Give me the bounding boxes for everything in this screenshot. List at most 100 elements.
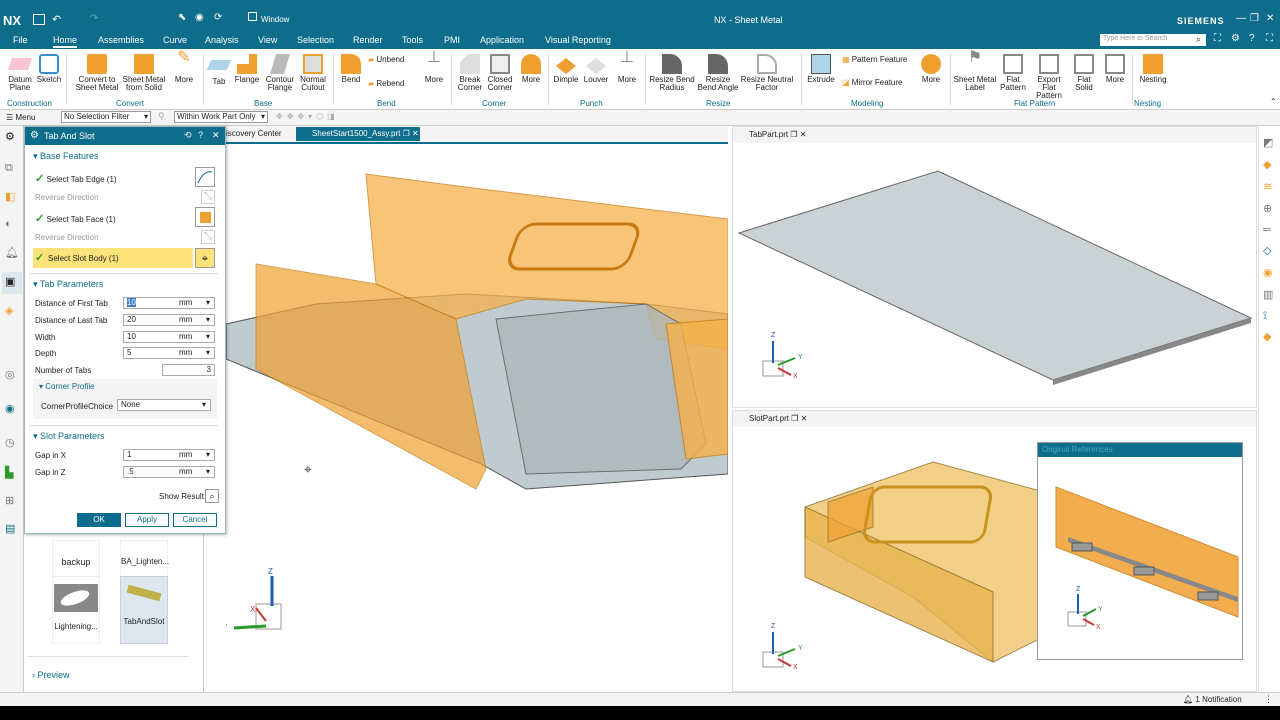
fullscreen-icon[interactable]: ⛶ [1214, 33, 1221, 44]
group-construction[interactable]: Construction [7, 99, 52, 108]
layer-icon[interactable]: ▥ [1263, 288, 1273, 301]
restore-icon[interactable]: ❐ [1250, 13, 1259, 24]
constraint-navigator-icon[interactable]: ◐ [5, 218, 12, 230]
flange-button[interactable]: Flange [233, 54, 261, 84]
resize-bend-radius-button[interactable]: Resize Bend Radius [648, 54, 696, 92]
slot-parameters-section[interactable]: ▾ Slot Parameters [33, 431, 105, 442]
extrude-button[interactable]: Extrude [805, 54, 837, 84]
status-toggle-icon[interactable]: ⋮ [1264, 694, 1273, 705]
last-tab-input[interactable]: 20 mm ▾ [123, 314, 215, 326]
undo-icon[interactable]: ↶ [52, 13, 61, 26]
pattern-feature-button[interactable]: ▦ Pattern Feature [842, 55, 907, 64]
convert-to-sheet-metal-button[interactable]: Convert to Sheet Metal [74, 54, 120, 92]
menu-visual-reporting[interactable]: Visual Reporting [545, 35, 611, 45]
menu-analysis[interactable]: Analysis [205, 35, 239, 45]
hamburger-menu-button[interactable]: ☰ Menu [6, 113, 35, 122]
library-item-selected[interactable]: TabAndSlot [120, 576, 168, 644]
tabpart-viewport[interactable]: TabPart.prt ❐ ✕ Z Y X [732, 126, 1257, 408]
search-icon[interactable]: ⌕ [1196, 34, 1201, 45]
chart-icon[interactable]: ▙ [5, 466, 13, 479]
unbend-button[interactable]: ▰ Unbend [368, 55, 404, 64]
corner-profile-choice-dropdown[interactable]: None ▾ [117, 399, 211, 411]
group-punch[interactable]: Punch [580, 99, 603, 108]
sheet-metal-from-solid-button[interactable]: Sheet Metal from Solid [121, 54, 167, 92]
menu-application[interactable]: Application [480, 35, 524, 45]
group-nesting[interactable]: Nesting [1134, 99, 1161, 108]
menu-pmi[interactable]: PMI [444, 35, 460, 45]
curve-select-icon[interactable] [195, 167, 215, 187]
tab-parameters-section[interactable]: ▾ Tab Parameters [33, 279, 103, 290]
sketch-button[interactable]: Sketch [36, 54, 62, 84]
select-slot-body-row[interactable]: ✓ Select Slot Body (1) [33, 248, 193, 268]
face-select-icon[interactable] [195, 207, 215, 227]
minimize-icon[interactable]: — [1236, 13, 1246, 24]
magnifier-icon[interactable]: ⌕ [205, 489, 219, 503]
selection-filter-dropdown[interactable]: No Selection Filter ▾ [61, 111, 151, 123]
web-browser-icon[interactable]: ◎ [5, 368, 15, 381]
menu-selection[interactable]: Selection [297, 35, 334, 45]
ribbon-collapse-icon[interactable]: ⌃ [1270, 97, 1277, 106]
base-features-section[interactable]: ▾ Base Features [33, 151, 99, 162]
notification-button[interactable]: 🔔︎ 1 Notification [1183, 695, 1242, 704]
more-convert-button[interactable]: ✎ More [170, 50, 198, 84]
view-orient-icon[interactable]: ◇ [1263, 244, 1271, 257]
tab-slotpart[interactable]: SlotPart.prt ❐ ✕ [737, 412, 827, 426]
more-corner-button[interactable]: More [517, 54, 545, 84]
group-flat-pattern[interactable]: Flat Pattern [1014, 99, 1055, 108]
redo-icon[interactable]: ↷ [90, 13, 98, 24]
filter-icon[interactable]: ⚲ [158, 111, 165, 122]
system-scenes-icon[interactable]: ▤ [5, 522, 15, 535]
gear-icon[interactable]: ⚙ [1231, 33, 1240, 44]
preview-section[interactable]: › Preview [32, 670, 70, 680]
library-item[interactable]: Lightening... [52, 576, 100, 644]
reuse-library-icon[interactable]: ▣ [2, 272, 22, 294]
more-flat-pattern-button[interactable]: More [1101, 54, 1129, 84]
help-icon[interactable]: ? [1249, 33, 1255, 44]
ribbon-toggle-icon[interactable]: ⛶ [1266, 33, 1273, 44]
search-input[interactable]: Type Here to Search [1100, 34, 1206, 46]
shaded-icon[interactable]: ◆ [1263, 158, 1271, 171]
flat-pattern-button[interactable]: Flat Pattern [997, 54, 1029, 92]
close-icon[interactable]: ✕ [212, 130, 220, 141]
louver-button[interactable]: Louver [581, 54, 611, 84]
show-hide-icon[interactable]: ≋ [1263, 180, 1272, 193]
save-icon[interactable] [33, 14, 45, 25]
globe-icon[interactable]: ◉ [5, 402, 15, 415]
reverse-direction-icon[interactable]: ⤡ [201, 190, 215, 204]
corner-profile-section[interactable]: ▾ Corner Profile [39, 382, 95, 391]
reverse-direction-icon[interactable]: ⤡ [201, 230, 215, 244]
contour-flange-button[interactable]: Contour Flange [263, 54, 297, 92]
main-viewport[interactable]: iscovery Center SheetStart1500_Assy.prt … [226, 126, 728, 692]
dimple-button[interactable]: Dimple [552, 54, 580, 84]
menu-render[interactable]: Render [353, 35, 383, 45]
number-of-tabs-input[interactable]: 3 [162, 364, 215, 376]
normal-cutout-button[interactable]: Normal Cutout [298, 54, 328, 92]
body-select-icon[interactable]: ⌖ [195, 248, 215, 268]
close-icon[interactable]: ✕ [1266, 13, 1274, 24]
break-corner-button[interactable]: Break Corner [455, 54, 485, 92]
more-modeling-button[interactable]: More [917, 54, 945, 84]
window-menu[interactable]: Window [261, 15, 289, 24]
hd3d-icon[interactable]: ◈ [5, 304, 13, 317]
flat-solid-button[interactable]: Flat Solid [1069, 54, 1099, 92]
snap-toolbar-icons[interactable]: ✥✥✥▾⬡◨ [276, 112, 339, 121]
datum-plane-button[interactable]: Datum Plane [4, 54, 36, 92]
export-flat-pattern-button[interactable]: Export Flat Pattern [1030, 54, 1068, 100]
measure-icon[interactable]: ⟟ [1263, 310, 1267, 323]
clip-icon[interactable]: ⊕ [1263, 202, 1272, 215]
menu-curve[interactable]: Curve [163, 35, 187, 45]
apply-button[interactable]: Apply [125, 513, 169, 527]
tab-tabpart[interactable]: TabPart.prt ❐ ✕ [737, 128, 827, 142]
first-tab-input[interactable]: 10 mm ▾ [123, 297, 215, 309]
group-resize[interactable]: Resize [706, 99, 730, 108]
menu-home[interactable]: Home [53, 35, 78, 48]
group-base[interactable]: Base [254, 99, 272, 108]
nesting-button[interactable]: Nesting [1136, 54, 1170, 84]
group-bend[interactable]: Bend [377, 99, 396, 108]
section-icon[interactable]: ═ [1263, 224, 1271, 236]
closed-corner-button[interactable]: Closed Corner [485, 54, 515, 92]
original-references-window[interactable]: Original References Z Y X [1037, 442, 1243, 660]
depth-input[interactable]: 5 mm ▾ [123, 347, 215, 359]
tab-discovery-center[interactable]: iscovery Center [226, 127, 292, 141]
gear-icon[interactable]: ⚙ [5, 130, 15, 143]
